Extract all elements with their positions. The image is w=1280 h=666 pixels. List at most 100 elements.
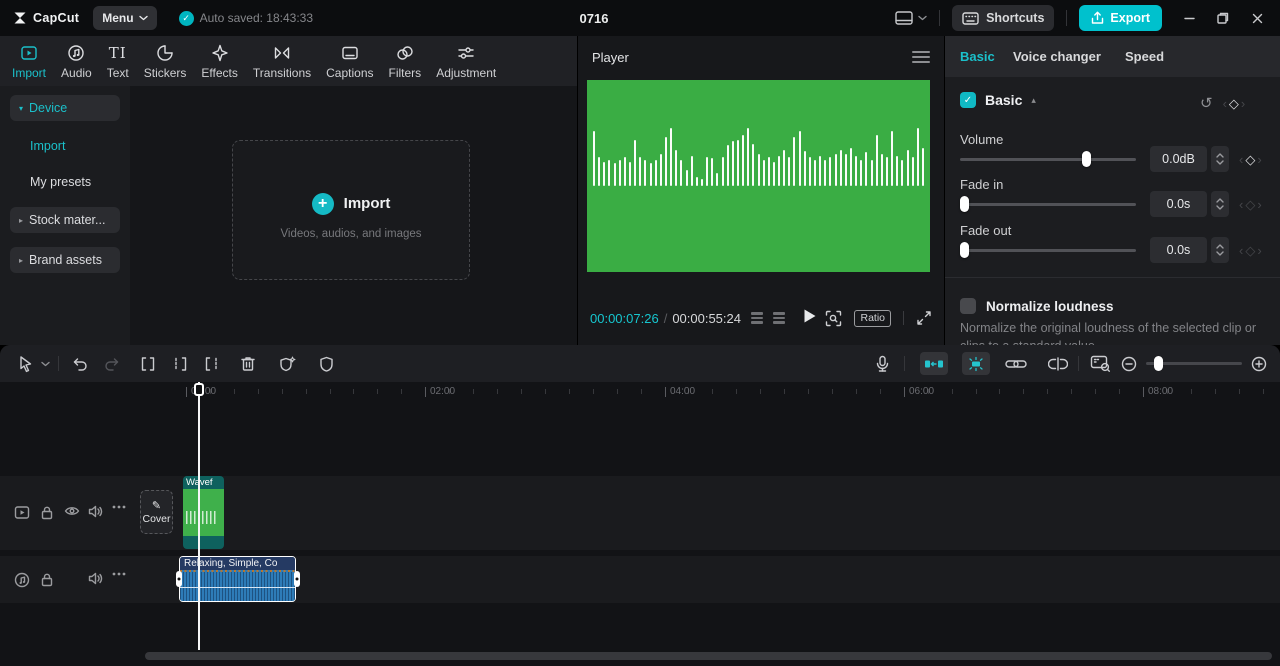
tab-captions[interactable]: Captions — [326, 43, 373, 80]
keyframe-next-icon[interactable]: › — [1257, 153, 1261, 166]
frame-list-icon-2[interactable] — [773, 312, 785, 324]
fade-in-slider-handle[interactable] — [960, 196, 969, 212]
fade-out-slider[interactable] — [960, 237, 1136, 263]
select-tool-chevron-icon[interactable] — [38, 345, 52, 382]
reset-icon[interactable]: ↺ — [1200, 94, 1213, 112]
play-button[interactable] — [803, 308, 817, 329]
tab-voice-changer[interactable]: Voice changer — [1013, 36, 1101, 77]
tab-filters[interactable]: Filters — [389, 43, 422, 80]
fade-out-stepper[interactable] — [1211, 237, 1229, 263]
keyframe-next-icon[interactable]: › — [1241, 97, 1245, 110]
fade-out-slider-handle[interactable] — [960, 242, 969, 258]
tab-text[interactable]: TI Text — [107, 43, 129, 80]
mute-track-icon[interactable] — [88, 505, 103, 518]
tab-import[interactable]: Import — [12, 43, 46, 80]
video-clip[interactable]: Wavef — [183, 476, 224, 549]
collapse-caret-icon[interactable]: ▴ — [1031, 95, 1036, 106]
workspace-layout-icon[interactable] — [895, 11, 913, 25]
keyframe-diamond-icon[interactable]: ◇ — [1245, 244, 1255, 257]
keyframe-next-icon[interactable]: › — [1257, 244, 1261, 257]
tab-stickers[interactable]: Stickers — [144, 43, 187, 80]
basic-section-checkbox[interactable]: ✓ — [960, 92, 976, 108]
audio-clip[interactable]: Relaxing, Simple, Co — [179, 556, 296, 602]
fade-out-value[interactable]: 0.0s — [1150, 237, 1207, 263]
fade-in-value[interactable]: 0.0s — [1150, 191, 1207, 217]
link-toggle[interactable] — [1002, 345, 1030, 382]
delete-button[interactable] — [236, 345, 260, 382]
shield-button[interactable] — [314, 345, 338, 382]
ruler-tick — [330, 389, 331, 394]
keyframe-diamond-icon[interactable]: ◇ — [1245, 198, 1255, 211]
sidebar-item-brand-assets[interactable]: ▸ Brand assets — [10, 247, 120, 273]
timeline-zoom-slider[interactable] — [1146, 362, 1242, 365]
preview-zoom-icon[interactable] — [825, 310, 842, 327]
record-voiceover-button[interactable] — [870, 345, 894, 382]
sidebar-item-stock-materials[interactable]: ▸ Stock mater... — [10, 207, 120, 233]
minimize-button[interactable] — [1172, 0, 1206, 36]
menu-button[interactable]: Menu — [93, 6, 156, 30]
sidebar-item-my-presets[interactable]: My presets — [30, 175, 91, 189]
volume-slider[interactable] — [960, 146, 1136, 172]
import-dropzone[interactable]: + Import Videos, audios, and images — [232, 140, 470, 280]
keyframe-prev-icon[interactable]: ‹ — [1223, 97, 1227, 110]
keyframe-prev-icon[interactable]: ‹ — [1239, 153, 1243, 166]
frame-list-icon[interactable] — [751, 312, 763, 324]
more-options-icon[interactable] — [112, 505, 126, 509]
select-tool-button[interactable] — [14, 345, 36, 382]
zoom-out-button[interactable] — [1118, 345, 1140, 382]
clip-trim-handle-right[interactable] — [294, 571, 300, 587]
tab-basic[interactable]: Basic — [960, 36, 995, 77]
keyframe-diamond-icon[interactable]: ◇ — [1245, 153, 1255, 166]
main-track-magnet-toggle[interactable] — [962, 352, 990, 375]
lock-track-icon[interactable] — [40, 572, 54, 587]
redo-button[interactable] — [100, 345, 124, 382]
fade-in-stepper[interactable] — [1211, 191, 1229, 217]
playhead-handle[interactable] — [194, 383, 204, 396]
layout-chevron-down-icon[interactable] — [918, 15, 927, 21]
undo-button[interactable] — [68, 345, 92, 382]
shortcuts-button[interactable]: Shortcuts — [952, 5, 1054, 31]
sidebar-item-device[interactable]: ▾ Device — [10, 95, 120, 121]
ruler-tick — [1263, 389, 1264, 394]
lock-track-icon[interactable] — [40, 505, 54, 520]
player-menu-icon[interactable] — [912, 51, 930, 63]
smart-shield-ai-button[interactable] — [274, 345, 300, 382]
tab-transitions[interactable]: Transitions — [253, 43, 311, 80]
timeline-ruler[interactable]: 00:00 02:00 04:00 06:00 08:00 — [0, 382, 1280, 402]
ratio-button[interactable]: Ratio — [854, 310, 891, 327]
waveform-bar — [706, 157, 708, 186]
normalize-checkbox[interactable]: ✓ — [960, 298, 976, 314]
mute-track-icon[interactable] — [88, 572, 103, 585]
hide-track-icon[interactable] — [64, 505, 80, 517]
waveform-bar — [804, 151, 806, 186]
tab-speed[interactable]: Speed — [1125, 36, 1164, 77]
volume-stepper[interactable] — [1211, 146, 1229, 172]
close-button[interactable] — [1240, 0, 1274, 36]
preview-axis-button[interactable] — [1086, 345, 1114, 382]
delete-right-button[interactable] — [200, 345, 224, 382]
tab-adjustment[interactable]: Adjustment — [436, 43, 496, 80]
fullscreen-icon[interactable] — [916, 310, 932, 326]
keyframe-prev-icon[interactable]: ‹ — [1239, 244, 1243, 257]
auto-snap-toggle[interactable] — [920, 352, 948, 375]
volume-slider-handle[interactable] — [1082, 151, 1091, 167]
keyframe-diamond-icon[interactable]: ◇ — [1229, 97, 1239, 110]
zoom-in-button[interactable] — [1248, 345, 1270, 382]
restore-button[interactable] — [1206, 0, 1240, 36]
timeline-zoom-handle[interactable] — [1154, 356, 1163, 371]
tab-effects[interactable]: Effects — [201, 43, 237, 80]
volume-value[interactable]: 0.0dB — [1150, 146, 1207, 172]
export-button[interactable]: Export — [1079, 5, 1162, 31]
tab-audio[interactable]: Audio — [61, 43, 92, 80]
unlink-toggle[interactable] — [1044, 345, 1072, 382]
edit-cover-button[interactable]: ✎ Cover — [140, 490, 173, 534]
sidebar-item-import[interactable]: Import — [30, 139, 65, 153]
split-button[interactable] — [136, 345, 160, 382]
more-options-icon[interactable] — [112, 572, 126, 576]
delete-left-button[interactable] — [168, 345, 192, 382]
keyframe-next-icon[interactable]: › — [1257, 198, 1261, 211]
keyframe-prev-icon[interactable]: ‹ — [1239, 198, 1243, 211]
horizontal-scrollbar[interactable] — [145, 652, 1272, 660]
clip-trim-handle-left[interactable] — [176, 571, 182, 587]
fade-in-slider[interactable] — [960, 191, 1136, 217]
